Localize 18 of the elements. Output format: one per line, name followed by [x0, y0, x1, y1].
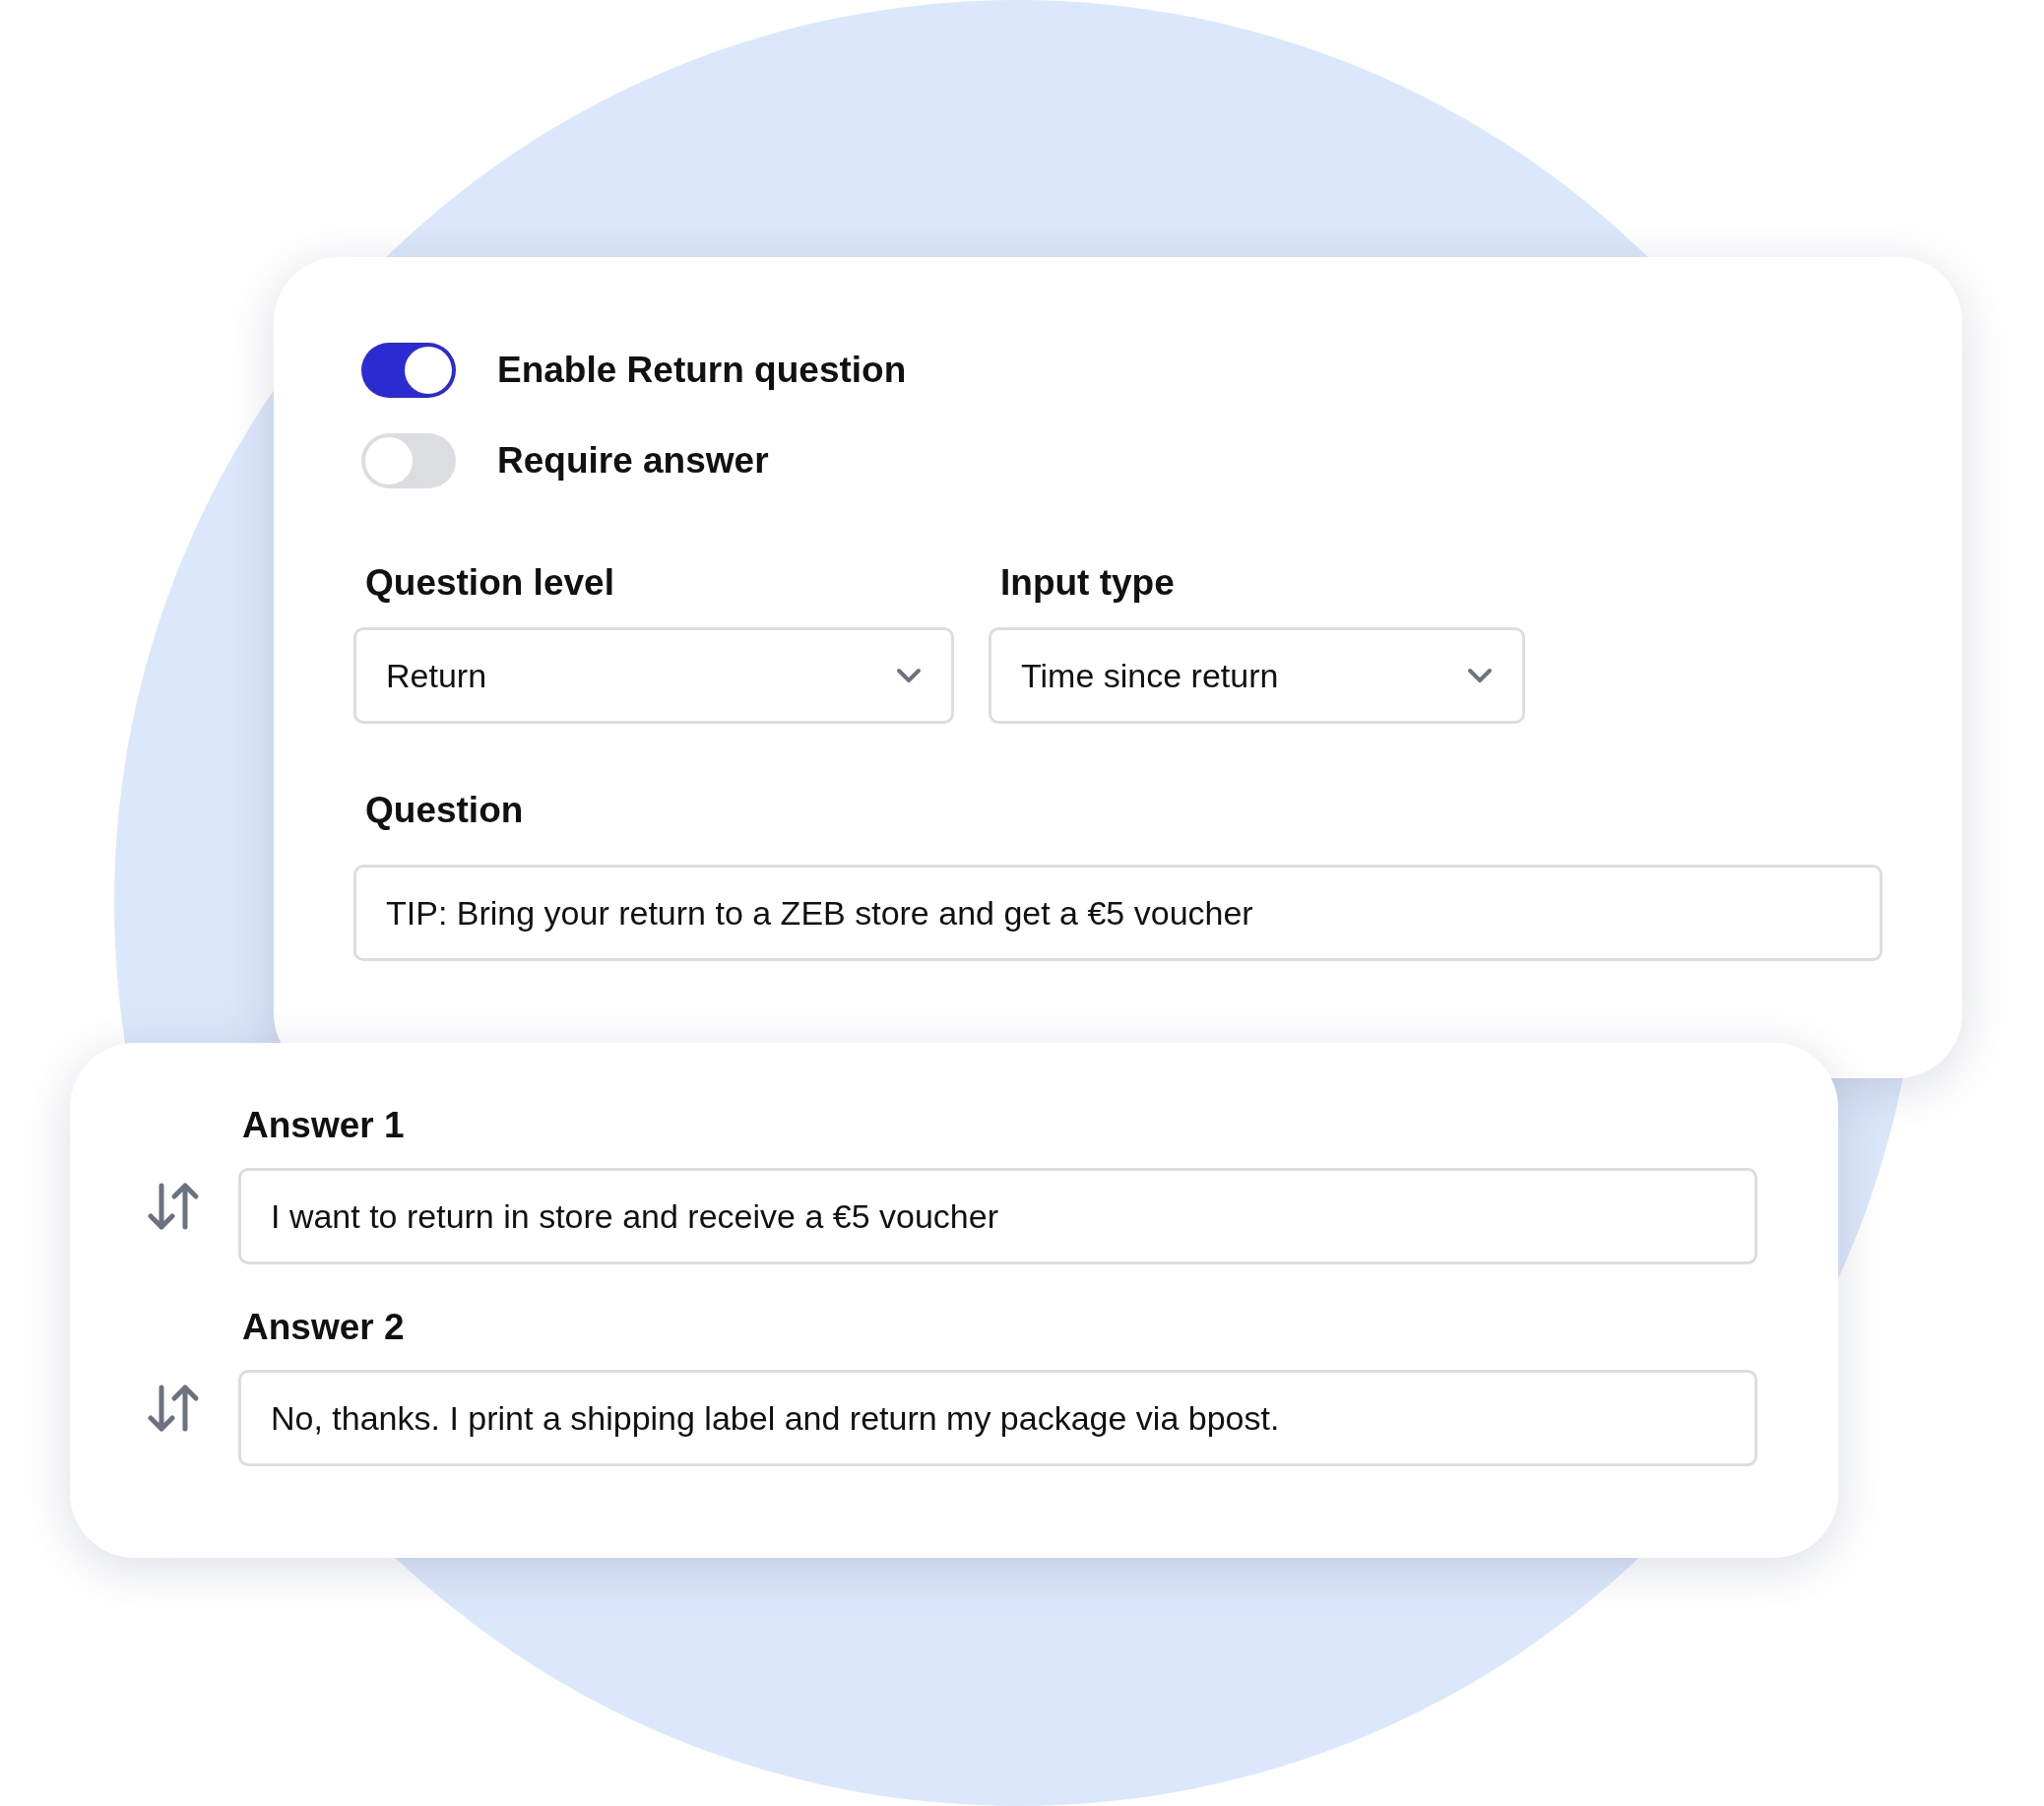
- field-label: Question level: [365, 561, 615, 605]
- sort-arrows-icon[interactable]: [148, 1181, 200, 1231]
- toggle-switch[interactable]: [361, 433, 456, 488]
- answer-input-field[interactable]: I want to return in store and receive a €5 voucher: [238, 1168, 1757, 1264]
- answer-input-field[interactable]: No, thanks. I print a shipping label and return my package via bpost.: [238, 1370, 1757, 1466]
- toggle-label: Require answer: [497, 440, 769, 482]
- field-label: Answer 2: [242, 1306, 406, 1349]
- chevron-down-icon: [1467, 668, 1493, 683]
- field-label: Input type: [1000, 561, 1176, 605]
- question-input-field[interactable]: TIP: Bring your return to a ZEB store and get a €5 voucher: [353, 865, 1883, 961]
- chevron-down-icon: [896, 668, 922, 683]
- field-label: Question: [365, 789, 525, 832]
- dropdown[interactable]: Time since return: [989, 627, 1525, 724]
- toggle-label: Enable Return question: [497, 350, 907, 391]
- toggle-switch[interactable]: [361, 343, 456, 398]
- dropdown[interactable]: Return: [353, 627, 954, 724]
- field-label: Answer 1: [242, 1104, 406, 1147]
- sort-arrows-icon[interactable]: [148, 1383, 200, 1433]
